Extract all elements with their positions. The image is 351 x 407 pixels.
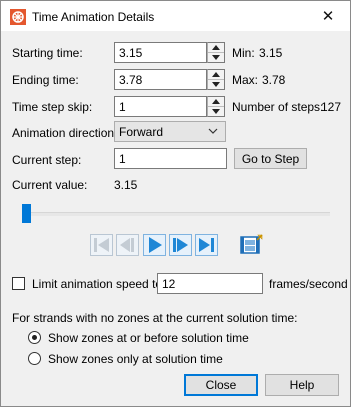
title-bar: Time Animation Details ✕	[1, 1, 350, 31]
min-label: Min:	[232, 46, 255, 60]
radio-selected-dot	[32, 335, 37, 340]
time-animation-dialog: Time Animation Details ✕ Starting time: …	[0, 0, 351, 407]
previous-step-button[interactable]	[116, 234, 139, 256]
help-button[interactable]: Help	[265, 374, 339, 396]
time-slider-track[interactable]	[22, 212, 330, 216]
close-button-label: Close	[205, 378, 237, 392]
window-title: Time Animation Details	[32, 10, 155, 24]
frame-rate-input[interactable]: 12	[157, 273, 263, 294]
number-of-steps-label: Number of steps:	[232, 100, 324, 114]
animation-direction-label: Animation direction:	[12, 126, 118, 140]
number-of-steps-value: 127	[321, 100, 342, 114]
ending-time-spinner[interactable]	[207, 69, 225, 90]
chevron-down-icon	[208, 128, 218, 134]
spinner-down-icon[interactable]	[208, 53, 224, 62]
time-step-skip-spinner[interactable]	[207, 96, 225, 117]
show-only-label: Show zones only at solution time	[48, 352, 223, 366]
current-value-value: 3.15	[114, 178, 138, 192]
max-value: 3.78	[262, 73, 286, 87]
last-step-icon	[195, 234, 218, 256]
spinner-down-icon[interactable]	[208, 80, 224, 89]
next-step-icon	[169, 234, 192, 256]
limit-speed-checkbox[interactable]	[12, 277, 25, 290]
spinner-up-icon[interactable]	[208, 43, 224, 53]
close-icon: ✕	[321, 8, 335, 25]
animation-direction-select[interactable]: Forward	[114, 121, 226, 142]
max-label: Max:	[232, 73, 259, 87]
play-button[interactable]	[143, 234, 166, 256]
help-button-label: Help	[289, 378, 315, 392]
strands-label: For strands with no zones at the current…	[12, 311, 298, 325]
min-value: 3.15	[259, 46, 283, 60]
app-icon	[10, 9, 26, 25]
limit-speed-label: Limit animation speed to	[32, 277, 163, 291]
export-animation-button[interactable]	[240, 234, 264, 256]
time-slider-thumb[interactable]	[22, 204, 31, 223]
animation-direction-value: Forward	[119, 125, 164, 139]
ending-time-input[interactable]: 3.78	[114, 69, 207, 90]
spinner-up-icon[interactable]	[208, 70, 224, 80]
current-value-label: Current value:	[12, 178, 88, 192]
starting-time-spinner[interactable]	[207, 42, 225, 63]
go-to-step-label: Go to Step	[241, 151, 300, 166]
time-step-skip-label: Time step skip:	[12, 100, 93, 114]
current-step-input[interactable]: 1	[114, 148, 227, 169]
go-to-step-button[interactable]: Go to Step	[234, 148, 307, 169]
time-step-skip-value: 1	[119, 100, 126, 114]
close-button[interactable]: Close	[184, 374, 258, 396]
first-step-icon	[90, 234, 113, 256]
time-step-skip-input[interactable]: 1	[114, 96, 207, 117]
frame-rate-value: 12	[162, 277, 176, 291]
current-step-label: Current step:	[12, 153, 82, 167]
starting-time-label: Starting time:	[12, 46, 83, 60]
starting-time-input[interactable]: 3.15	[114, 42, 207, 63]
play-icon	[143, 234, 166, 256]
show-before-label: Show zones at or before solution time	[48, 331, 249, 345]
last-step-button[interactable]	[195, 234, 218, 256]
previous-step-icon	[116, 234, 139, 256]
ending-time-value: 3.78	[119, 73, 143, 87]
export-animation-icon	[240, 234, 263, 254]
first-step-button[interactable]	[90, 234, 113, 256]
starting-time-value: 3.15	[119, 46, 143, 60]
current-step-value: 1	[119, 152, 126, 166]
next-step-button[interactable]	[169, 234, 192, 256]
show-only-radio[interactable]	[28, 352, 41, 365]
frame-rate-unit: frames/second	[269, 277, 348, 291]
close-window-button[interactable]: ✕	[306, 1, 350, 31]
spinner-down-icon[interactable]	[208, 107, 224, 116]
ending-time-label: Ending time:	[12, 73, 79, 87]
show-before-radio[interactable]	[28, 331, 41, 344]
spinner-up-icon[interactable]	[208, 97, 224, 107]
